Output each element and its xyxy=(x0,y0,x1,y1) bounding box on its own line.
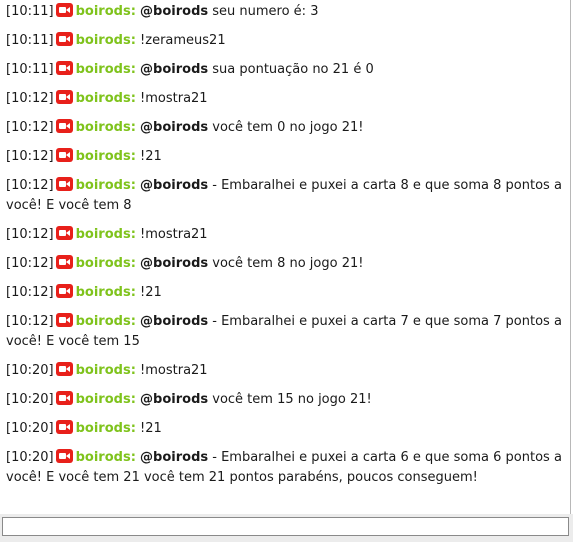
message-timestamp: [10:12] xyxy=(6,149,54,164)
message-timestamp: [10:20] xyxy=(6,421,54,436)
message-timestamp: [10:11] xyxy=(6,62,54,77)
chat-input-bar xyxy=(0,514,573,542)
message-username[interactable]: boirods: xyxy=(76,91,136,106)
message-text: !mostra21 xyxy=(140,363,208,378)
message-username[interactable]: boirods: xyxy=(76,4,136,19)
message-text: !mostra21 xyxy=(140,91,208,106)
chat-message: [10:12] boirods: @boirods você tem 0 no j… xyxy=(0,118,570,138)
message-timestamp: [10:12] xyxy=(6,91,54,106)
message-mention: @boirods xyxy=(140,256,209,271)
video-camera-icon xyxy=(55,420,73,434)
message-timestamp: [10:20] xyxy=(6,392,54,407)
message-timestamp: [10:20] xyxy=(6,363,54,378)
video-camera-icon xyxy=(55,177,73,191)
message-text: sua pontuação no 21 é 0 xyxy=(208,62,374,77)
message-timestamp: [10:12] xyxy=(6,256,54,271)
chat-message: [10:12] boirods: @boirods - Embaralhei e … xyxy=(0,312,570,352)
message-text: !zerameus21 xyxy=(140,33,226,48)
chat-message: [10:12] boirods: !mostra21 xyxy=(0,225,570,245)
video-camera-icon xyxy=(55,90,73,104)
chat-message: [10:20] boirods: !mostra21 xyxy=(0,361,570,381)
message-mention: @boirods xyxy=(140,392,209,407)
message-username[interactable]: boirods: xyxy=(76,285,136,300)
video-camera-icon xyxy=(55,255,73,269)
message-username[interactable]: boirods: xyxy=(76,421,136,436)
message-text: !mostra21 xyxy=(140,227,208,242)
chat-message: [10:20] boirods: !21 xyxy=(0,419,570,439)
message-username[interactable]: boirods: xyxy=(76,314,136,329)
message-mention: @boirods xyxy=(140,178,209,193)
message-text: você tem 0 no jogo 21! xyxy=(208,120,364,135)
message-mention: @boirods xyxy=(140,450,209,465)
message-username[interactable]: boirods: xyxy=(76,392,136,407)
message-timestamp: [10:12] xyxy=(6,120,54,135)
message-mention: @boirods xyxy=(140,62,209,77)
chat-input[interactable] xyxy=(2,517,569,536)
chat-message: [10:12] boirods: @boirods você tem 8 no j… xyxy=(0,254,570,274)
chat-message: [10:12] boirods: !mostra21 xyxy=(0,89,570,109)
video-camera-icon xyxy=(55,313,73,327)
video-camera-icon xyxy=(55,32,73,46)
message-username[interactable]: boirods: xyxy=(76,62,136,77)
message-text: !21 xyxy=(140,149,162,164)
message-username[interactable]: boirods: xyxy=(76,33,136,48)
video-camera-icon xyxy=(55,284,73,298)
video-camera-icon xyxy=(55,61,73,75)
message-username[interactable]: boirods: xyxy=(76,363,136,378)
message-timestamp: [10:20] xyxy=(6,450,54,465)
chat-message: [10:11] boirods: !zerameus21 xyxy=(0,31,570,51)
message-username[interactable]: boirods: xyxy=(76,120,136,135)
message-text: !21 xyxy=(140,421,162,436)
message-mention: @boirods xyxy=(140,4,209,19)
message-username[interactable]: boirods: xyxy=(76,227,136,242)
message-text: !21 xyxy=(140,285,162,300)
message-username[interactable]: boirods: xyxy=(76,149,136,164)
video-camera-icon xyxy=(55,391,73,405)
chat-message: [10:12] boirods: !21 xyxy=(0,283,570,303)
message-mention: @boirods xyxy=(140,314,209,329)
video-camera-icon xyxy=(55,148,73,162)
video-camera-icon xyxy=(55,362,73,376)
video-camera-icon xyxy=(55,449,73,463)
message-timestamp: [10:11] xyxy=(6,33,54,48)
chat-message: [10:20] boirods: @boirods você tem 15 no … xyxy=(0,390,570,410)
message-timestamp: [10:12] xyxy=(6,227,54,242)
message-username[interactable]: boirods: xyxy=(76,450,136,465)
chat-message: [10:20] boirods: @boirods - Embaralhei e … xyxy=(0,448,570,488)
message-timestamp: [10:11] xyxy=(6,4,54,19)
message-username[interactable]: boirods: xyxy=(76,256,136,271)
chat-message: [10:12] boirods: @boirods - Embaralhei e … xyxy=(0,176,570,216)
video-camera-icon xyxy=(55,119,73,133)
chat-window: [10:11] boirods: @boirods seu numero é: 3… xyxy=(0,0,573,542)
chat-log[interactable]: [10:11] boirods: @boirods seu numero é: 3… xyxy=(0,0,571,514)
message-text: você tem 15 no jogo 21! xyxy=(208,392,372,407)
video-camera-icon xyxy=(55,226,73,240)
message-text: seu numero é: 3 xyxy=(208,4,319,19)
chat-message: [10:12] boirods: !21 xyxy=(0,147,570,167)
video-camera-icon xyxy=(55,3,73,17)
chat-message: [10:11] boirods: @boirods seu numero é: 3 xyxy=(0,2,570,22)
message-timestamp: [10:12] xyxy=(6,285,54,300)
message-timestamp: [10:12] xyxy=(6,178,54,193)
message-username[interactable]: boirods: xyxy=(76,178,136,193)
message-mention: @boirods xyxy=(140,120,209,135)
message-timestamp: [10:12] xyxy=(6,314,54,329)
chat-message: [10:11] boirods: @boirods sua pontuação n… xyxy=(0,60,570,80)
message-text: você tem 8 no jogo 21! xyxy=(208,256,364,271)
